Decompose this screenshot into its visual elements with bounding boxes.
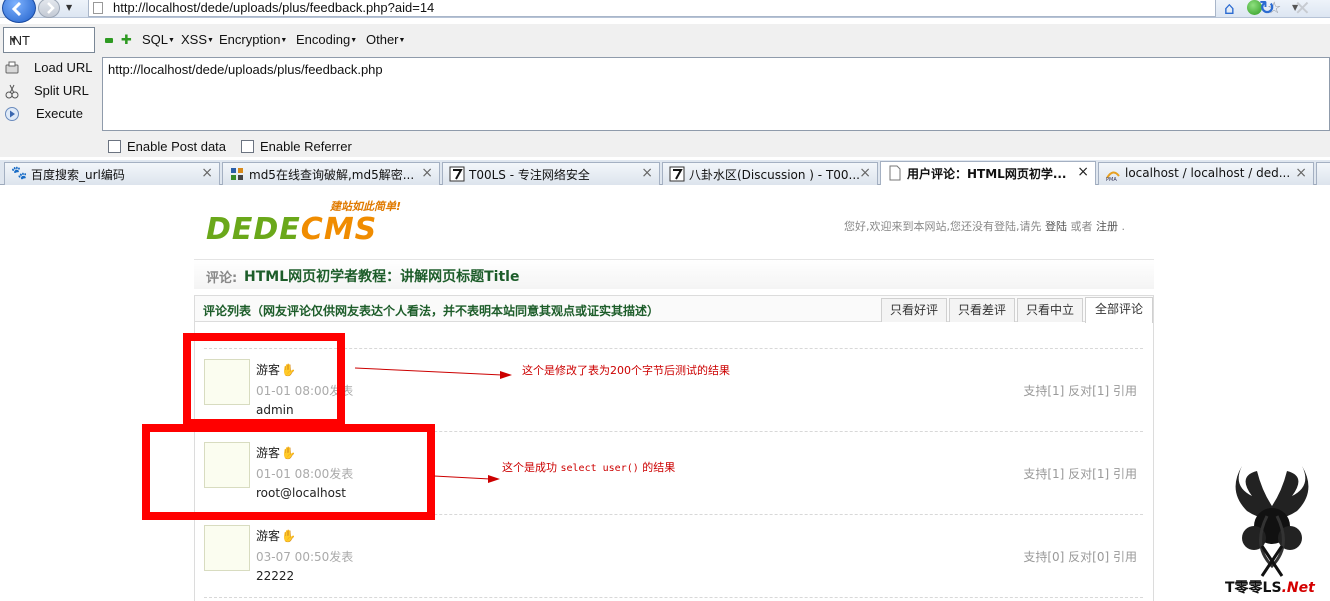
url-textarea-value: http://localhost/dede/uploads/plus/feedb… [108, 62, 383, 77]
annotation-arrow [433, 475, 500, 483]
history-dropdown-icon[interactable]: ▼ [66, 3, 72, 12]
hackbar-toolbar: INT ▼ ✚ SQL▼ XSS▼ Encryption▼ Encoding▼ … [0, 24, 1330, 57]
decrease-icon[interactable] [105, 38, 113, 43]
url-textarea[interactable]: http://localhost/dede/uploads/plus/feedb… [102, 57, 1330, 131]
load-url-icon [5, 61, 19, 74]
svg-text:PMA: PMA [1106, 177, 1117, 182]
seven-icon [449, 166, 465, 182]
tab-strip: 🐾 百度搜索_url编码 × md5在线查询破解,md5解密... × T00L… [0, 160, 1330, 185]
forward-button[interactable] [38, 0, 60, 18]
menu-encoding[interactable]: Encoding▼ [296, 32, 357, 47]
menu-other[interactable]: Other▼ [366, 32, 405, 47]
tab-phpmyadmin[interactable]: PMA localhost / localhost / ded... × [1098, 162, 1314, 185]
paw-icon: 🐾 [11, 166, 28, 181]
comment-title-bar: 评论: HTML网页初学者教程：讲解网页标题Title [194, 259, 1154, 289]
menu-sql[interactable]: SQL▼ [142, 32, 175, 47]
comment-list-caption: 评论列表（网友评论仅供网友表达个人看法，并不表明本站同意其观点或证实其描述） [203, 304, 660, 318]
address-text[interactable]: http://localhost/dede/uploads/plus/feedb… [113, 0, 434, 15]
comment-actions[interactable]: 支持[1] 反对[1] 引用 [1023, 382, 1137, 399]
close-icon[interactable]: × [1295, 165, 1307, 181]
annotation-arrow [354, 367, 512, 379]
page-icon [93, 2, 103, 14]
hackbar-panel: Load URL Split URL Execute http://localh… [0, 57, 1330, 157]
back-button[interactable] [2, 0, 36, 23]
close-icon[interactable]: × [201, 165, 213, 181]
menu-xss[interactable]: XSS▼ [181, 32, 214, 47]
tab-discussion[interactable]: 八卦水区(Discussion ) - T00... × [662, 162, 878, 185]
stop-icon[interactable]: ✕ [1294, 0, 1311, 20]
filter-bad[interactable]: 只看差评 [949, 298, 1015, 322]
checkbox-icon[interactable] [108, 140, 121, 153]
highlight-box [183, 333, 345, 427]
page-content: 建站如此简单! DEDECMS 您好,欢迎来到本网站,您还没有登陆,请先 登陆 … [0, 186, 1330, 601]
site-logo[interactable]: DEDECMS [206, 212, 377, 247]
enable-referrer-checkbox[interactable]: Enable Referrer [241, 139, 352, 154]
tab-baidu[interactable]: 🐾 百度搜索_url编码 × [4, 162, 220, 185]
close-icon[interactable]: × [1077, 164, 1089, 180]
register-link[interactable]: 注册 [1096, 220, 1118, 233]
annotation-note: 这个是成功 select user() 的结果 [502, 461, 676, 474]
tab-t00ls[interactable]: T00LS - 专注网络安全 × [442, 162, 660, 185]
comment-item: 游客✋ 03-07 00:50发表 22222 支持[0] 反对[0] 引用 [204, 514, 1143, 597]
grid-icon [231, 168, 243, 180]
close-icon[interactable]: × [641, 165, 653, 181]
back-arrow-icon [11, 2, 22, 16]
increase-icon[interactable]: ✚ [121, 33, 132, 48]
comment-actions[interactable]: 支持[0] 反对[0] 引用 [1023, 548, 1137, 565]
close-icon[interactable]: × [421, 165, 433, 181]
title-label: 评论: [206, 271, 238, 286]
seven-icon [669, 166, 685, 182]
chevron-down-icon: ▼ [9, 35, 18, 45]
article-title[interactable]: HTML网页初学者教程：讲解网页标题Title [244, 266, 519, 286]
close-icon[interactable]: × [859, 165, 871, 181]
login-link[interactable]: 登陆 [1045, 220, 1067, 233]
type-select[interactable]: INT ▼ [3, 27, 95, 53]
checkbox-icon[interactable] [241, 140, 254, 153]
comment-message: 22222 [256, 569, 295, 583]
tab-overflow[interactable] [1316, 162, 1330, 185]
pma-icon: PMA [1106, 171, 1120, 182]
execute-play-icon [5, 107, 19, 121]
forward-arrow-icon [47, 2, 55, 14]
dragon-watermark-icon [1235, 466, 1309, 577]
filter-all[interactable]: 全部评论 [1085, 297, 1153, 323]
comment-list-header: 评论列表（网友评论仅供网友表达个人看法，并不表明本站同意其观点或证实其描述） 只… [195, 296, 1153, 323]
hand-icon: ✋ [281, 529, 296, 543]
split-url-icon [5, 84, 19, 99]
comment-actions[interactable]: 支持[1] 反对[1] 引用 [1023, 465, 1137, 482]
page-icon [889, 165, 901, 181]
browser-nav-bar: ▼ http://localhost/dede/uploads/plus/fee… [0, 0, 1330, 23]
address-bar[interactable]: http://localhost/dede/uploads/plus/feedb… [88, 0, 1298, 17]
avatar [204, 525, 250, 571]
tab-md5[interactable]: md5在线查询破解,md5解密... × [222, 162, 440, 185]
enable-post-checkbox[interactable]: Enable Post data [108, 139, 226, 154]
welcome-text: 您好,欢迎来到本网站,您还没有登陆,请先 登陆 或者 注册 . [844, 220, 1125, 233]
comment-user: 游客✋ [256, 529, 296, 543]
filter-neutral[interactable]: 只看中立 [1017, 298, 1083, 322]
menu-encryption[interactable]: Encryption▼ [219, 32, 287, 47]
annotation-note: 这个是修改了表为200个字节后测试的结果 [522, 364, 730, 377]
filter-good[interactable]: 只看好评 [881, 298, 947, 322]
comment-divider [204, 597, 1143, 601]
reload-icon[interactable]: ↻ [1259, 0, 1275, 19]
tab-comments-active[interactable]: 用户评论：HTML网页初学... × [880, 161, 1096, 185]
watermark-text: T零零LS.Net [1225, 580, 1315, 596]
home-icon[interactable]: ⌂ [1224, 0, 1235, 19]
highlight-box [142, 424, 435, 520]
comment-time: 03-07 00:50发表 [256, 550, 354, 564]
